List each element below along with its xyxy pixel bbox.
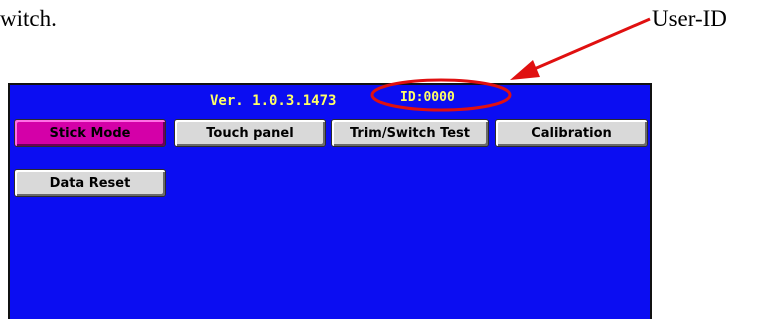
user-id-highlight-ellipse <box>370 78 512 112</box>
annotation-arrow-line <box>524 17 651 75</box>
annotation-overlay <box>370 17 651 112</box>
annotation-arrowhead <box>510 60 540 80</box>
